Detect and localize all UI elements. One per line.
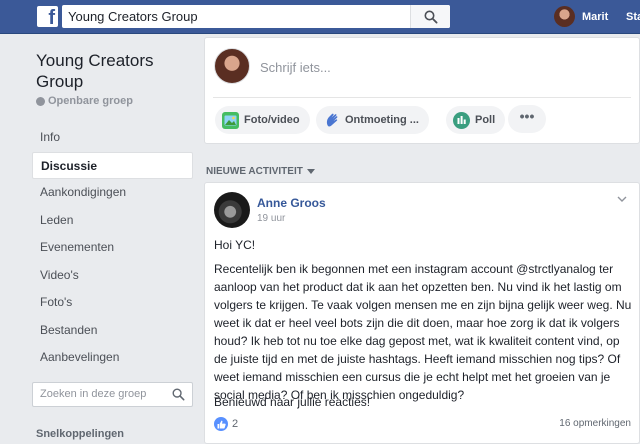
feed-post: Anne Groos 19 uur Hoi YC! Recentelijk be… [204,182,640,444]
meetup-label: Ontmoeting ... [345,114,419,126]
feed-sort-dropdown[interactable]: NIEUWE ACTIVITEIT [206,166,315,177]
group-privacy-label: Openbare groep [36,95,133,107]
post-greeting: Hoi YC! [214,238,256,252]
reactions-summary[interactable]: 2 [214,417,238,431]
caret-down-icon [306,169,315,174]
sidebar-item-aanbevelingen[interactable]: Aanbevelingen [32,344,193,372]
shortcuts-heading: Snelkoppelingen [36,428,125,440]
comments-count-link[interactable]: 16 opmerkingen [559,418,631,429]
divider [213,97,631,98]
sidebar-item-leden[interactable]: Leden [32,207,193,235]
post-composer: Schrijf iets... Foto/video Ontmoeting ..… [204,37,640,144]
search-icon [424,10,438,24]
global-search [62,5,450,28]
group-search-input[interactable] [40,388,168,400]
poll-icon [453,111,470,129]
sidebar-item-discussie[interactable]: Discussie [32,151,193,179]
wave-icon [323,112,340,129]
post-body-text: Recentelijk ben ik begonnen met een inst… [214,262,632,402]
search-button[interactable] [410,5,450,28]
profile-link[interactable]: Marit [582,11,608,23]
feed-section-label: NIEUWE ACTIVITEIT [206,166,303,177]
photo-video-label: Foto/video [244,114,300,126]
photo-video-button[interactable]: Foto/video [215,106,310,134]
avatar [214,48,250,84]
group-sidebar-nav: Info Discussie Aankondigingen Leden Even… [32,124,193,372]
sidebar-item-evenementen[interactable]: Evenementen [32,234,193,262]
thumbs-up-icon [214,417,228,431]
top-navigation-bar: f Marit Sta [0,0,640,34]
more-options-button[interactable]: ••• [508,105,546,133]
sidebar-item-aankondigingen[interactable]: Aankondigingen [32,179,193,207]
global-search-input[interactable] [68,8,408,25]
group-search [32,382,193,407]
group-title[interactable]: Young Creators Group [36,50,196,92]
globe-icon [36,96,45,106]
likes-count: 2 [232,418,239,430]
post-closing-text: Benieuwd naar jullie reacties! [214,395,371,409]
sidebar-item-fotos[interactable]: Foto's [32,289,193,317]
group-privacy-text: Openbare groep [48,95,133,107]
poll-label: Poll [475,114,496,126]
search-icon[interactable] [172,388,185,401]
sidebar-item-bestanden[interactable]: Bestanden [32,317,193,345]
meetup-button[interactable]: Ontmoeting ... [316,106,429,134]
post-author-link[interactable]: Anne Groos [257,196,326,210]
author-avatar[interactable] [214,192,250,228]
sidebar-item-videos[interactable]: Video's [32,262,193,290]
photo-icon [222,111,239,129]
poll-button[interactable]: Poll [446,106,506,134]
composer-input[interactable]: Schrijf iets... [260,60,331,75]
home-link[interactable]: Sta [626,11,640,23]
post-timestamp[interactable]: 19 uur [257,213,285,224]
facebook-logo-icon[interactable]: f [37,6,58,27]
sidebar-item-info[interactable]: Info [32,124,193,152]
chevron-down-icon[interactable] [617,196,627,202]
user-avatar[interactable] [554,6,575,27]
